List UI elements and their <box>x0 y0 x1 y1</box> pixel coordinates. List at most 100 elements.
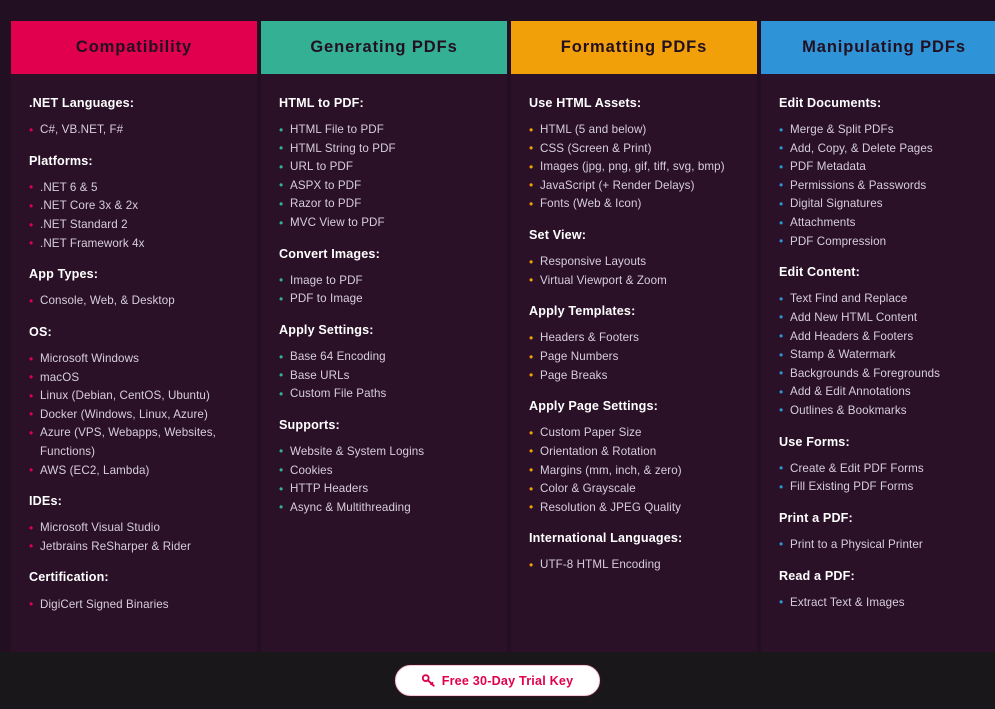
feature-group: Apply Page Settings: Custom Paper SizeOri… <box>529 399 739 517</box>
feature-list-item: HTML String to PDF <box>279 139 489 159</box>
feature-list-item: Custom Paper Size <box>529 424 739 443</box>
feature-list-item: Merge & Split PDFs <box>779 121 989 140</box>
feature-list-item: Cookies <box>279 461 489 481</box>
feature-list-item: JavaScript (+ Render Delays) <box>529 176 739 196</box>
feature-card: Compatibility .NET Languages: C#, VB.NET, … <box>11 21 257 652</box>
feature-group: IDEs: Microsoft Visual StudioJetbrains Re… <box>29 494 239 556</box>
feature-list-item: Text Find and Replace <box>779 290 989 309</box>
feature-list-item: Azure (VPS, Webapps, Websites, Functions… <box>29 424 239 461</box>
feature-list-item: Digital Signatures <box>779 195 989 214</box>
feature-list-item: Jetbrains ReSharper & Rider <box>29 537 239 557</box>
feature-list-item: Resolution & JPEG Quality <box>529 498 739 518</box>
feature-list-item: C#, VB.NET, F# <box>29 121 239 140</box>
feature-list-item: Razor to PDF <box>279 195 489 214</box>
free-trial-key-label: Free 30-Day Trial Key <box>441 673 574 688</box>
feature-list-item: Permissions & Passwords <box>779 176 989 196</box>
feature-list-item: CSS (Screen & Print) <box>529 139 739 159</box>
feature-column: Compatibility .NET Languages: C#, VB.NET, … <box>9 21 259 652</box>
feature-list: Responsive LayoutsVirtual Viewport & Zoo… <box>529 253 739 290</box>
column-header: Compatibility <box>11 21 257 74</box>
feature-list-item: Attachments <box>779 214 989 233</box>
column-body: HTML to PDF: HTML File to PDFHTML String … <box>261 74 507 652</box>
feature-group-title: Platforms: <box>29 153 93 168</box>
feature-card: Formatting PDFs Use HTML Assets: HTML (5 a… <box>511 21 757 652</box>
feature-list-item: Backgrounds & Foregrounds <box>779 364 989 384</box>
feature-list-item: MVC View to PDF <box>279 214 489 233</box>
feature-group: Read a PDF: Extract Text & Images <box>779 569 989 613</box>
feature-list-item: Fill Existing PDF Forms <box>779 478 989 497</box>
feature-card: Manipulating PDFs Edit Documents: Merge & … <box>761 21 995 652</box>
feature-list-item: Fonts (Web & Icon) <box>529 195 739 214</box>
feature-list-item: .NET Standard 2 <box>29 216 239 235</box>
feature-list-item: PDF Compression <box>779 232 989 252</box>
feature-group-title: International Languages: <box>529 531 683 546</box>
column-body: .NET Languages: C#, VB.NET, F# Platforms:.… <box>11 74 257 652</box>
feature-list: Custom Paper SizeOrientation & RotationM… <box>529 424 739 517</box>
feature-list: DigiCert Signed Binaries <box>29 595 239 615</box>
feature-group: Supports: Website & System LoginsCookiesH… <box>279 418 489 517</box>
feature-list: Print to a Physical Printer <box>779 535 989 555</box>
feature-list-item: Custom File Paths <box>279 385 489 404</box>
feature-list-item: HTML (5 and below) <box>529 121 739 140</box>
feature-list: Image to PDFPDF to Image <box>279 271 489 309</box>
feature-list-item: Page Numbers <box>529 348 739 367</box>
feature-group: Platforms: .NET 6 & 5.NET Core 3x & 2x.NE… <box>29 154 239 253</box>
feature-list-item: Console, Web, & Desktop <box>29 292 239 311</box>
feature-group: Set View: Responsive LayoutsVirtual Viewp… <box>529 228 739 290</box>
feature-group: Edit Content: Text Find and ReplaceAdd Ne… <box>779 265 989 420</box>
feature-comparison-page: Compatibility .NET Languages: C#, VB.NET, … <box>0 0 995 709</box>
feature-group-title: App Types: <box>29 267 99 282</box>
feature-list-item: Margins (mm, inch, & zero) <box>529 461 739 481</box>
feature-group-title: Print a PDF: <box>779 510 853 525</box>
feature-group-title: .NET Languages: <box>29 96 135 110</box>
column-body: Edit Documents: Merge & Split PDFsAdd, Co… <box>761 74 995 652</box>
feature-columns: Compatibility .NET Languages: C#, VB.NET, … <box>0 0 995 652</box>
feature-group-title: OS: <box>29 324 52 339</box>
feature-group-title: Convert Images: <box>279 246 380 261</box>
feature-list-item: Base URLs <box>279 366 489 386</box>
feature-list-item: Orientation & Rotation <box>529 442 739 462</box>
feature-list-item: Headers & Footers <box>529 329 739 348</box>
feature-list: Create & Edit PDF FormsFill Existing PDF… <box>779 459 989 497</box>
feature-group: Certification: DigiCert Signed Binaries <box>29 570 239 614</box>
feature-group: .NET Languages: C#, VB.NET, F# <box>29 96 239 140</box>
feature-group-title: Set View: <box>529 228 587 243</box>
feature-column: Formatting PDFs Use HTML Assets: HTML (5 a… <box>509 21 759 652</box>
feature-group-title: Edit Documents: <box>779 96 882 110</box>
column-body: Use HTML Assets: HTML (5 and below)CSS (S… <box>511 74 757 652</box>
feature-column: Generating PDFs HTML to PDF: HTML File to … <box>259 21 509 652</box>
feature-list: Base 64 EncodingBase URLsCustom File Pat… <box>279 348 489 404</box>
feature-column: Manipulating PDFs Edit Documents: Merge & … <box>759 21 995 652</box>
column-header: Generating PDFs <box>261 21 507 74</box>
feature-group: Apply Templates: Headers & FootersPage Nu… <box>529 304 739 385</box>
feature-card: Generating PDFs HTML to PDF: HTML File to … <box>261 21 507 652</box>
feature-list-item: macOS <box>29 368 239 388</box>
feature-group: Use HTML Assets: HTML (5 and below)CSS (S… <box>529 96 739 214</box>
feature-list: Console, Web, & Desktop <box>29 292 239 311</box>
feature-group: Print a PDF: Print to a Physical Printer <box>779 511 989 555</box>
feature-group: Apply Settings: Base 64 EncodingBase URLs… <box>279 323 489 404</box>
feature-list-item: Linux (Debian, CentOS, Ubuntu) <box>29 387 239 406</box>
feature-group-title: Apply Templates: <box>529 304 636 319</box>
feature-list: C#, VB.NET, F# <box>29 121 239 140</box>
feature-list: HTML (5 and below)CSS (Screen & Print)Im… <box>529 121 739 214</box>
feature-list: Text Find and ReplaceAdd New HTML Conten… <box>779 290 989 420</box>
feature-list-item: .NET Core 3x & 2x <box>29 197 239 216</box>
free-trial-key-button[interactable]: Free 30-Day Trial Key <box>394 665 601 696</box>
feature-list: Merge & Split PDFsAdd, Copy, & Delete Pa… <box>779 121 989 251</box>
feature-group-title: Apply Settings: <box>279 322 374 337</box>
feature-group: Convert Images: Image to PDFPDF to Image <box>279 247 489 309</box>
feature-group-title: Supports: <box>279 417 340 432</box>
feature-list-item: PDF to Image <box>279 290 489 309</box>
feature-list-item: Add Headers & Footers <box>779 327 989 347</box>
feature-list-item: Stamp & Watermark <box>779 346 989 365</box>
feature-list-item: Image to PDF <box>279 271 489 291</box>
feature-list-item: AWS (EC2, Lambda) <box>29 461 239 481</box>
feature-list: Extract Text & Images <box>779 593 989 613</box>
feature-list-item: Microsoft Visual Studio <box>29 519 239 538</box>
feature-group-title: Edit Content: <box>779 265 860 280</box>
feature-list-item: Page Breaks <box>529 366 739 386</box>
feature-group-title: Certification: <box>29 570 109 585</box>
feature-list: Website & System LoginsCookiesHTTP Heade… <box>279 442 489 517</box>
feature-list-item: .NET 6 & 5 <box>29 178 239 198</box>
